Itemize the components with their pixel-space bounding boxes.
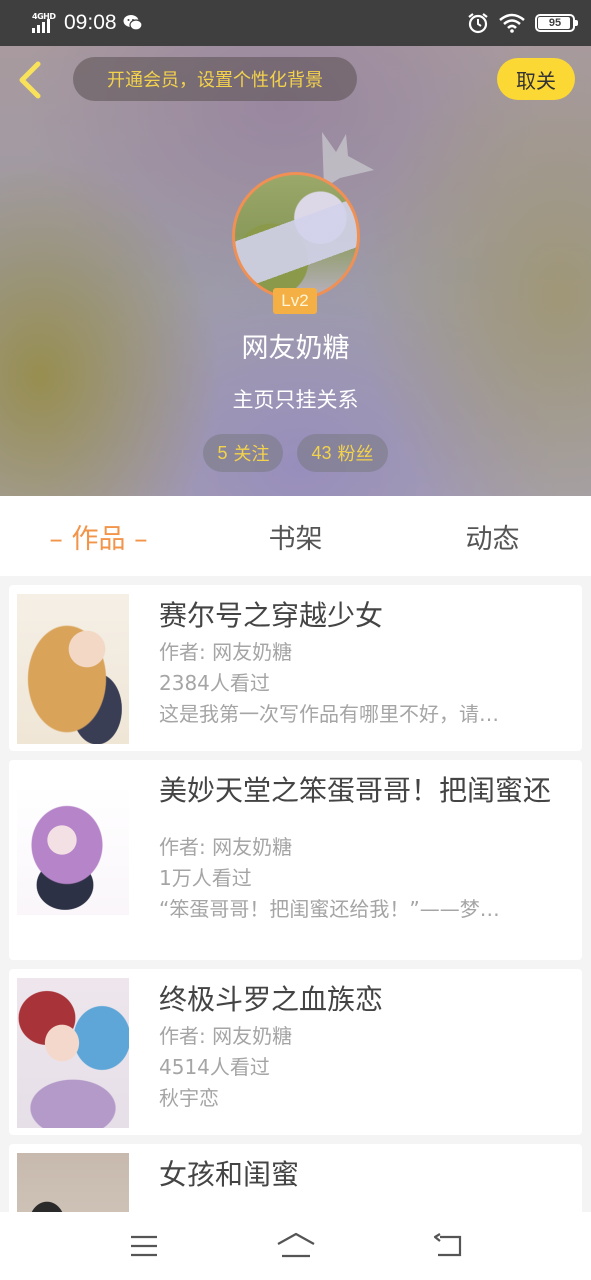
book-views: 4514人看过 [159, 1055, 270, 1080]
back-icon[interactable] [14, 60, 50, 100]
works-list: 赛尔号之穿越少女 作者: 网友奶糖 2384人看过 这是我第一次写作品有哪里不好… [0, 576, 591, 1212]
followers-label: 粉丝 [337, 444, 374, 465]
book-title: 美妙天堂之笨蛋哥哥！把闺蜜还 [159, 774, 552, 807]
tab-activity[interactable]: 动态 [394, 517, 591, 556]
home-button[interactable] [266, 1226, 326, 1266]
book-cover [17, 978, 129, 1128]
book-title: 赛尔号之穿越少女 [159, 599, 384, 632]
list-item[interactable]: 美妙天堂之笨蛋哥哥！把闺蜜还 作者: 网友奶糖 1万人看过 “笨蛋哥哥！把闺蜜还… [9, 760, 582, 960]
menu-button[interactable] [114, 1226, 174, 1266]
unfollow-button[interactable]: 取关 [497, 58, 575, 100]
book-title: 终极斗罗之血族恋 [159, 983, 384, 1016]
book-title: 女孩和闺蜜 [159, 1158, 300, 1191]
home-icon [276, 1232, 315, 1258]
followers-button[interactable]: 43 粉丝 [297, 434, 388, 472]
following-button[interactable]: 5 关注 [203, 434, 284, 472]
battery-icon: 95 [535, 14, 578, 32]
signal-icon: 4GHD [32, 11, 58, 35]
return-icon [433, 1233, 461, 1257]
system-nav-bar [0, 1212, 591, 1280]
wifi-icon [499, 13, 525, 33]
tab-bookshelf[interactable]: 书架 [197, 517, 394, 556]
username: 网友奶糖 [241, 333, 350, 364]
menu-icon [130, 1235, 157, 1257]
vip-banner[interactable]: 开通会员，设置个性化背景 [73, 57, 357, 101]
book-views: 1万人看过 [159, 866, 252, 891]
following-count: 5 [217, 442, 228, 463]
level-badge: Lv2 [273, 288, 317, 314]
tab-bar: – 作品 – 书架 动态 [0, 496, 591, 576]
book-description: 秋宇恋 [159, 1086, 219, 1111]
back-button[interactable] [418, 1226, 478, 1266]
followers-count: 43 [311, 442, 332, 463]
avatar[interactable] [232, 172, 360, 300]
list-item[interactable]: 终极斗罗之血族恋 作者: 网友奶糖 4514人看过 秋宇恋 [9, 969, 582, 1135]
list-item[interactable]: 女孩和闺蜜 [9, 1144, 582, 1212]
status-bar: 4GHD 09:08 95 [0, 0, 591, 46]
book-author: 作者: 网友奶糖 [159, 835, 293, 860]
book-author: 作者: 网友奶糖 [159, 640, 293, 665]
book-views: 2384人看过 [159, 671, 270, 696]
following-label: 关注 [233, 444, 270, 465]
stats: 5 关注 43 粉丝 [0, 434, 591, 472]
book-description: 这是我第一次写作品有哪里不好，请… [159, 702, 499, 727]
book-cover [17, 785, 129, 915]
status-time: 09:08 [64, 11, 117, 34]
alarm-icon [468, 13, 488, 34]
wechat-icon [123, 15, 143, 31]
list-item[interactable]: 赛尔号之穿越少女 作者: 网友奶糖 2384人看过 这是我第一次写作品有哪里不好… [9, 585, 582, 751]
tab-works[interactable]: – 作品 – [0, 517, 197, 556]
book-cover [17, 594, 129, 744]
profile-header: 开通会员，设置个性化背景 取关 Lv2 网友奶糖 主页只挂关系 5 关注 43 … [0, 46, 591, 496]
bio: 主页只挂关系 [232, 388, 359, 412]
book-cover [17, 1153, 129, 1212]
book-author: 作者: 网友奶糖 [159, 1024, 293, 1049]
book-description: “笨蛋哥哥！把闺蜜还给我！”——梦… [159, 897, 500, 922]
battery-level: 95 [548, 17, 562, 29]
